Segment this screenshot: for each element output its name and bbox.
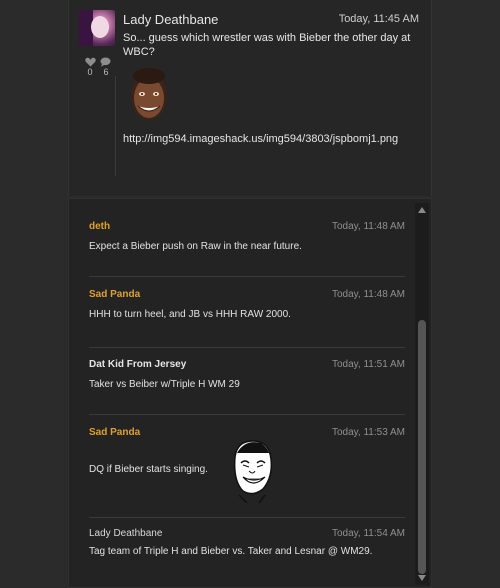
comment-divider [89, 414, 405, 415]
comment-divider [89, 517, 405, 518]
heart-icon[interactable] [85, 54, 96, 67]
comment-timestamp: Today, 11:51 AM [331, 359, 405, 370]
comment-timestamp: Today, 11:53 AM [331, 427, 405, 438]
comment-item: Dat Kid From Jersey Today, 11:51 AM Take… [77, 359, 405, 390]
scrollbar-thumb[interactable] [418, 320, 426, 574]
comment-timestamp: Today, 11:48 AM [331, 221, 405, 232]
comment-divider [89, 347, 405, 348]
comment-text: Taker vs Beiber w/Triple H WM 29 [89, 379, 240, 390]
comments-scrollbar[interactable] [415, 203, 429, 585]
post-stats: 0 6 [82, 54, 114, 77]
xzibit-meme-image [129, 66, 169, 124]
comment-text: HHH to turn heel, and JB vs HHH RAW 2000… [89, 309, 291, 320]
author-avatar[interactable] [79, 10, 115, 46]
post-card: Lady Deathbane Today, 11:45 AM So... gue… [68, 0, 432, 196]
comment-text: Tag team of Triple H and Bieber vs. Take… [89, 546, 373, 557]
comment-item: Lady Deathbane Today, 11:54 AM Tag team … [77, 528, 405, 557]
post-timestamp: Today, 11:45 AM [338, 13, 419, 25]
image-link[interactable]: http://img594.imageshack.us/img594/3803/… [123, 133, 398, 145]
comments-panel: deth Today, 11:48 AM Expect a Bieber pus… [68, 198, 432, 588]
comment-item: Sad Panda Today, 11:48 AM HHH to turn he… [77, 289, 405, 320]
comment-count: 6 [103, 67, 109, 77]
post-author[interactable]: Lady Deathbane [123, 12, 218, 27]
like-count: 0 [87, 67, 93, 77]
thread-line [115, 76, 116, 176]
scroll-down-arrow-icon[interactable] [418, 575, 426, 581]
comment-item: Sad Panda Today, 11:53 AM DQ if Bieber s… [77, 427, 405, 507]
comment-text: Expect a Bieber push on Raw in the near … [89, 241, 302, 252]
comment-bubble-icon[interactable] [100, 54, 111, 67]
yao-ming-meme-image [227, 437, 277, 504]
comment-timestamp: Today, 11:54 AM [331, 528, 405, 539]
comment-item: deth Today, 11:48 AM Expect a Bieber pus… [77, 221, 405, 252]
post-text: So... guess which wrestler was with Bieb… [123, 32, 411, 58]
scroll-up-arrow-icon[interactable] [418, 207, 426, 213]
comment-timestamp: Today, 11:48 AM [331, 289, 405, 300]
comment-divider [89, 276, 405, 277]
